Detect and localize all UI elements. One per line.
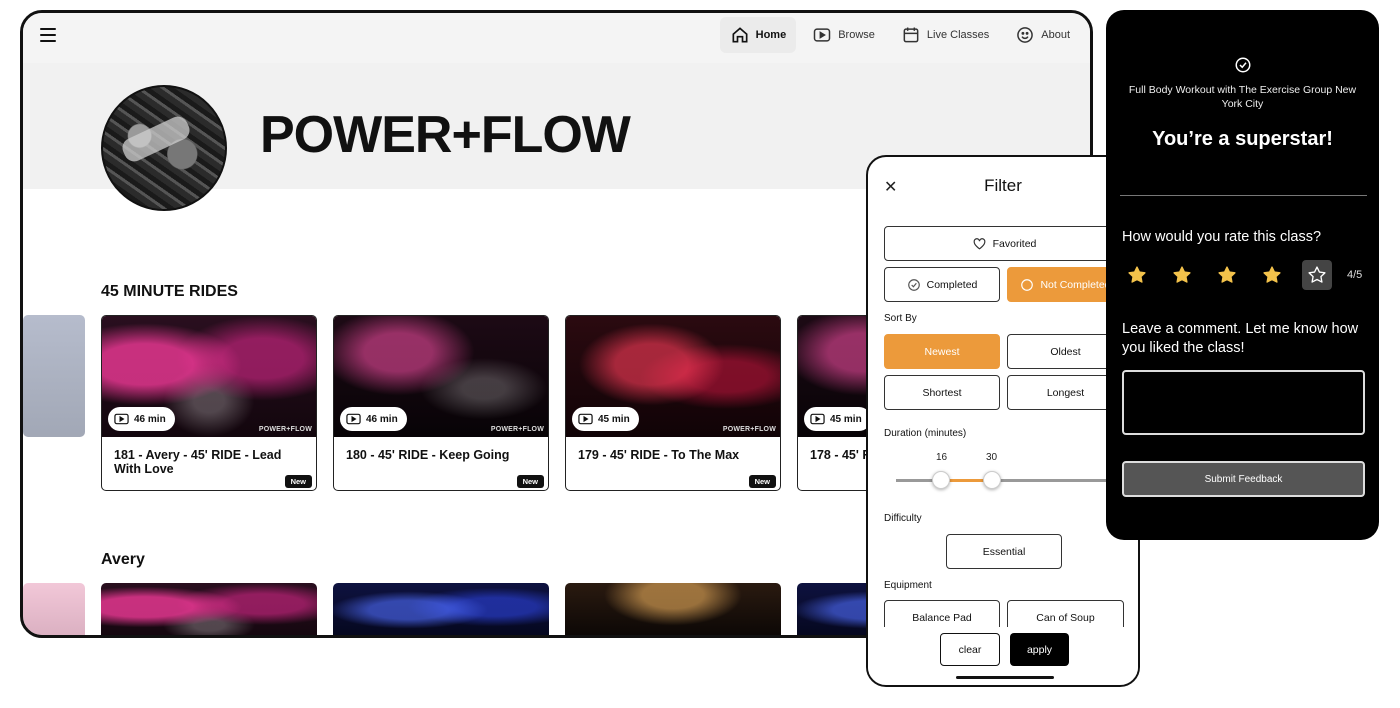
class-name: Full Body Workout with The Exercise Grou… bbox=[1128, 84, 1357, 110]
favorited-label: Favorited bbox=[992, 237, 1037, 250]
apply-button[interactable]: apply bbox=[1010, 633, 1069, 666]
circle-icon bbox=[1021, 278, 1034, 291]
nav-item-label: Browse bbox=[838, 29, 875, 41]
comment-prompt: Leave a comment. Let me know how you lik… bbox=[1122, 321, 1359, 356]
feedback-panel: Full Body Workout with The Exercise Grou… bbox=[1106, 10, 1379, 540]
top-navigation-bar: Home Browse Live Classes About bbox=[23, 13, 1090, 63]
play-square-icon bbox=[578, 413, 593, 425]
nav-item-label: Live Classes bbox=[926, 29, 990, 41]
class-card[interactable] bbox=[101, 583, 317, 635]
star-filled-icon[interactable] bbox=[1212, 260, 1242, 290]
nav-item-label: Home bbox=[755, 29, 787, 41]
nav-item-browse[interactable]: Browse bbox=[802, 17, 885, 53]
new-badge: New bbox=[516, 475, 544, 488]
duration-text: 45 min bbox=[598, 413, 630, 425]
class-card[interactable] bbox=[565, 583, 781, 635]
nav-item-about[interactable]: About bbox=[1005, 17, 1080, 53]
rating-question: How would you rate this class? bbox=[1122, 229, 1322, 245]
favorited-toggle[interactable]: Favorited bbox=[884, 226, 1124, 261]
class-card[interactable]: 46 min POWER+FLOW 180 - 45' RIDE - Keep … bbox=[333, 315, 549, 491]
duration-min-handle[interactable] bbox=[932, 471, 950, 489]
class-title: 181 - Avery - 45' RIDE - Lead With Love bbox=[114, 448, 282, 476]
duration-label: Duration (minutes) bbox=[884, 428, 967, 439]
partial-card-left[interactable] bbox=[23, 583, 85, 635]
new-badge: New bbox=[284, 475, 312, 488]
play-square-icon bbox=[114, 413, 129, 425]
calendar-icon bbox=[903, 27, 919, 43]
hamburger-menu-icon[interactable] bbox=[40, 28, 56, 42]
play-square-icon bbox=[813, 28, 831, 42]
filter-footer bbox=[868, 627, 1138, 677]
nav-item-home[interactable]: Home bbox=[719, 17, 797, 53]
smiley-icon bbox=[1017, 27, 1034, 43]
play-square-icon bbox=[810, 413, 825, 425]
difficulty-label: Difficulty bbox=[884, 513, 922, 524]
duration-min-value: 16 bbox=[936, 452, 948, 463]
duration-pill: 45 min bbox=[572, 407, 639, 431]
play-square-icon bbox=[346, 413, 361, 425]
comment-textarea[interactable] bbox=[1122, 370, 1365, 435]
heart-icon bbox=[973, 238, 986, 250]
check-circle-icon bbox=[907, 278, 920, 291]
completed-label: Completed bbox=[926, 278, 978, 291]
class-thumbnail bbox=[101, 583, 317, 635]
class-thumbnail bbox=[565, 583, 781, 635]
class-title: 180 - 45' RIDE - Keep Going bbox=[346, 448, 510, 462]
filter-title: Filter bbox=[984, 176, 1022, 195]
duration-text: 45 min bbox=[830, 413, 862, 425]
star-filled-icon[interactable] bbox=[1257, 260, 1287, 290]
duration-text: 46 min bbox=[134, 413, 166, 425]
section-title-45-minute-rides: 45 MINUTE RIDES bbox=[101, 283, 238, 300]
class-thumbnail bbox=[333, 583, 549, 635]
duration-pill: 46 min bbox=[108, 407, 175, 431]
watermark: POWER+FLOW bbox=[490, 426, 544, 433]
sort-by-label: Sort By bbox=[884, 313, 917, 324]
rating-value: 4/5 bbox=[1347, 269, 1363, 281]
partial-card-left[interactable] bbox=[23, 315, 85, 437]
program-avatar bbox=[101, 85, 227, 211]
sort-newest-button[interactable]: Newest bbox=[884, 334, 1000, 369]
duration-pill: 45 min bbox=[804, 407, 871, 431]
clear-button[interactable]: clear bbox=[940, 633, 1000, 666]
star-outline-icon[interactable] bbox=[1302, 260, 1332, 290]
class-card[interactable]: 45 min POWER+FLOW 179 - 45' RIDE - To Th… bbox=[565, 315, 781, 491]
watermark: POWER+FLOW bbox=[722, 426, 776, 433]
duration-pill: 46 min bbox=[340, 407, 407, 431]
class-card[interactable]: 46 min POWER+FLOW 181 - Avery - 45' RIDE… bbox=[101, 315, 317, 491]
home-indicator bbox=[956, 676, 1054, 679]
difficulty-essential-button[interactable]: Essential bbox=[946, 534, 1062, 569]
new-badge: New bbox=[748, 475, 776, 488]
sort-shortest-button[interactable]: Shortest bbox=[884, 375, 1000, 410]
duration-text: 46 min bbox=[366, 413, 398, 425]
class-title: 179 - 45' RIDE - To The Max bbox=[578, 448, 740, 462]
class-card[interactable] bbox=[333, 583, 549, 635]
check-circle-icon bbox=[1235, 57, 1251, 73]
star-filled-icon[interactable] bbox=[1122, 260, 1152, 290]
filter-phone-frame: ✕ Filter Favorited Completed Not Complet… bbox=[866, 155, 1140, 687]
duration-max-value: 30 bbox=[986, 452, 998, 463]
star-rating[interactable] bbox=[1122, 260, 1332, 290]
page-title: POWER+FLOW bbox=[260, 106, 631, 164]
star-filled-icon[interactable] bbox=[1167, 260, 1197, 290]
feedback-headline: You’re a superstar! bbox=[1152, 128, 1333, 150]
duration-max-handle[interactable] bbox=[983, 471, 1001, 489]
equipment-label: Equipment bbox=[884, 580, 932, 591]
not-completed-label: Not Completed bbox=[1040, 278, 1111, 291]
submit-feedback-button[interactable]: Submit Feedback bbox=[1122, 461, 1365, 497]
nav-item-live-classes[interactable]: Live Classes bbox=[891, 17, 999, 53]
divider bbox=[1120, 195, 1367, 196]
watermark: POWER+FLOW bbox=[258, 426, 312, 433]
section-title-avery: Avery bbox=[101, 551, 145, 568]
home-icon bbox=[732, 27, 748, 43]
nav-item-label: About bbox=[1041, 29, 1070, 41]
completed-toggle[interactable]: Completed bbox=[884, 267, 1000, 302]
